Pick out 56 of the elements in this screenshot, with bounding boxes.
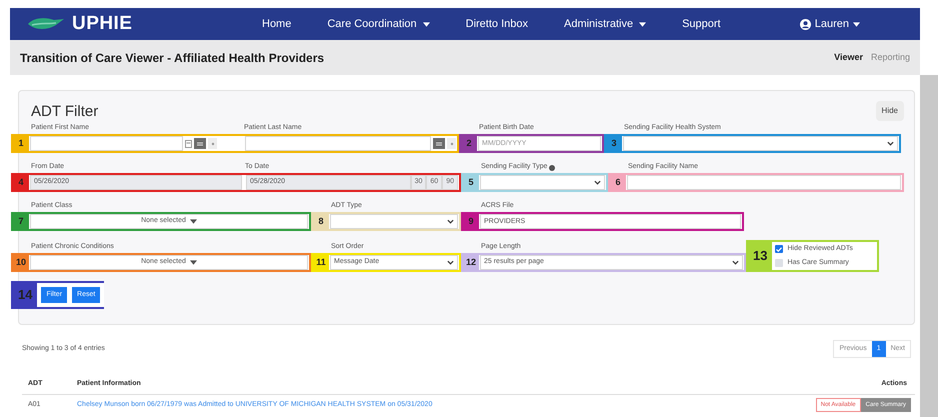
dot-icon xyxy=(210,142,214,146)
brand-name: UPHIE xyxy=(72,12,132,36)
match-mode-button[interactable] xyxy=(433,138,445,149)
chevron-down-icon xyxy=(447,260,454,265)
callout-number: 12 xyxy=(463,255,479,270)
name-input-field[interactable] xyxy=(245,136,431,151)
callout-number: 13 xyxy=(748,242,772,270)
callout-number: 14 xyxy=(13,283,38,307)
caret-icon xyxy=(853,22,860,26)
equals-icon xyxy=(197,142,203,146)
dropdown-field[interactable] xyxy=(330,214,458,229)
caret-icon xyxy=(190,219,197,224)
scrollbar[interactable] xyxy=(920,75,938,417)
checkmark-icon xyxy=(776,246,782,252)
callout-number: 4 xyxy=(13,175,29,190)
page-title: Transition of Care Viewer - Affiliated Health Providers xyxy=(20,50,324,66)
checkbox[interactable] xyxy=(775,258,784,267)
caret-icon xyxy=(190,260,197,265)
callout-number: 7 xyxy=(13,214,29,229)
nav-menu-item[interactable]: Support xyxy=(682,16,721,32)
chevron-down-icon xyxy=(887,141,894,146)
dropdown-field[interactable] xyxy=(480,175,605,190)
filter-title: ADT Filter xyxy=(31,102,98,122)
dot-icon xyxy=(450,142,454,146)
info-icon xyxy=(549,164,556,170)
callout-number: 11 xyxy=(313,255,329,270)
name-input-field[interactable] xyxy=(30,136,183,151)
callout-number: 10 xyxy=(13,255,29,270)
callout-number: 5 xyxy=(463,175,479,190)
match-mode-button[interactable] xyxy=(194,138,206,149)
callout-number: 1 xyxy=(13,136,29,151)
nav-menu-item[interactable]: Care Coordination xyxy=(327,16,430,32)
equals-icon xyxy=(436,142,442,146)
user-menu[interactable]: Lauren xyxy=(800,16,860,32)
chevron-down-icon xyxy=(447,219,454,224)
text-input-field[interactable] xyxy=(627,175,901,190)
callout-number: 6 xyxy=(610,175,626,190)
chevron-down-icon xyxy=(732,260,739,265)
dropdown-field[interactable] xyxy=(623,136,898,151)
checkbox[interactable] xyxy=(775,245,784,254)
callout-number: 3 xyxy=(606,136,622,151)
callout-number: 2 xyxy=(461,136,477,151)
calendar-icon xyxy=(185,140,192,148)
wildcard-button[interactable] xyxy=(447,138,456,149)
caret-icon xyxy=(639,22,646,26)
hide-button[interactable]: Hide xyxy=(876,101,904,121)
nav-menu-item[interactable]: Diretto Inbox xyxy=(466,16,528,32)
chevron-down-icon xyxy=(594,180,601,185)
nav-menu-item[interactable]: Administrative xyxy=(564,16,646,32)
callout-number: 8 xyxy=(313,214,329,229)
user-avatar-icon xyxy=(800,18,811,30)
caret-icon xyxy=(422,22,430,26)
view-tab[interactable]: Viewer xyxy=(834,50,863,64)
wildcard-button[interactable] xyxy=(208,138,217,149)
callout-number: 9 xyxy=(463,214,479,229)
nav-menu-item[interactable]: Home xyxy=(262,16,292,32)
